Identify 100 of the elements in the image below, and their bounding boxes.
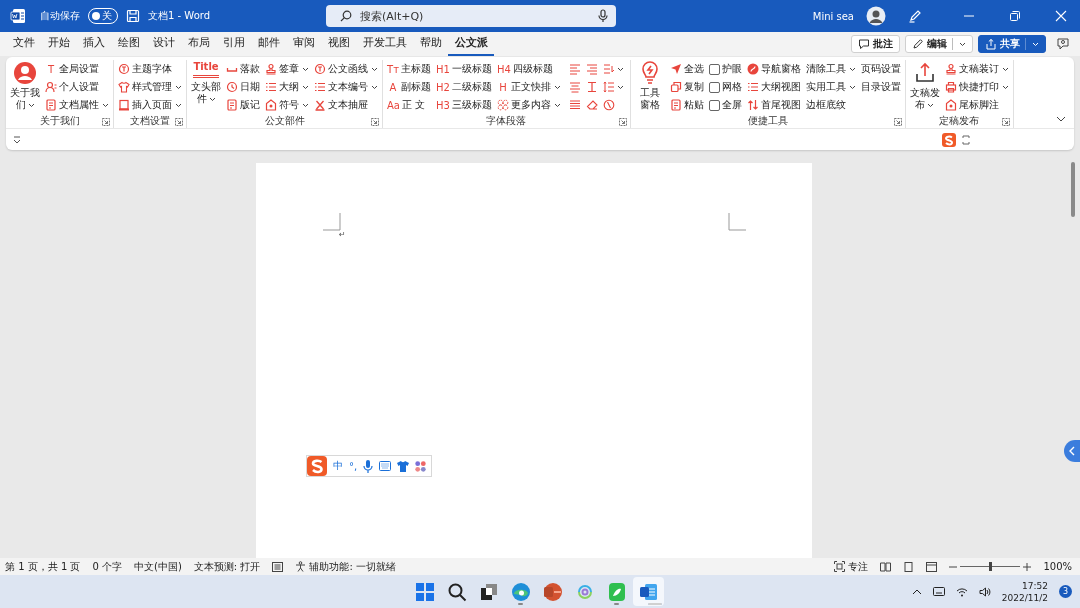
chevron-up-icon[interactable]: [911, 588, 922, 595]
ribbon-button[interactable]: T 全局设置: [44, 60, 110, 78]
ribbon-button[interactable]: 实用工具: [804, 78, 857, 96]
checkbox[interactable]: [708, 99, 720, 111]
macro-icon[interactable]: [272, 561, 284, 572]
ribbon-button[interactable]: H3 三级标题: [435, 96, 493, 114]
ribbon-button[interactable]: 主题字体: [117, 60, 183, 78]
ribbon-button[interactable]: 插入页面: [117, 96, 183, 114]
wifi-icon[interactable]: [955, 586, 968, 597]
ribbon-tab[interactable]: 开发工具: [356, 32, 413, 56]
coauthoring-icon[interactable]: [1056, 37, 1070, 51]
ribbon-button[interactable]: H2 二级标题: [435, 78, 493, 96]
display-icon[interactable]: [932, 586, 945, 597]
keyboard-icon[interactable]: [379, 461, 392, 471]
dialog-launcher-icon[interactable]: [102, 118, 110, 126]
ribbon-tab[interactable]: 公文派: [448, 32, 494, 56]
dialog-launcher-icon[interactable]: [1001, 118, 1010, 126]
dialog-launcher-icon[interactable]: [371, 118, 379, 126]
ribbon-button[interactable]: 版记: [225, 96, 261, 114]
search-field[interactable]: 搜索(Alt+Q): [326, 5, 617, 27]
ribbon-button[interactable]: 清除工具: [804, 60, 857, 78]
ribbon-tab[interactable]: 视图: [321, 32, 356, 56]
avatar-icon[interactable]: [866, 6, 886, 26]
ribbon-button[interactable]: 签章: [264, 60, 310, 78]
comment-button[interactable]: 批注: [851, 35, 900, 53]
ribbon-button[interactable]: 首尾视图: [745, 96, 802, 114]
edit-button[interactable]: 编辑: [905, 35, 973, 53]
ime-logo-icon[interactable]: [942, 132, 956, 147]
ribbon-button[interactable]: 日期: [225, 78, 261, 96]
microphone-icon[interactable]: [363, 459, 374, 473]
save-icon[interactable]: [126, 9, 140, 23]
ribbon-button[interactable]: 落款: [225, 60, 261, 78]
notification-badge[interactable]: 3: [1059, 585, 1072, 598]
zoom-level[interactable]: 100%: [1043, 561, 1072, 572]
microphone-icon[interactable]: [598, 9, 609, 23]
ribbon-button[interactable]: 导航窗格: [745, 60, 802, 78]
apps-grid-icon[interactable]: [415, 460, 427, 472]
read-mode-icon[interactable]: [880, 561, 892, 572]
focus-button[interactable]: 专注: [834, 559, 869, 574]
shirt-icon[interactable]: [397, 460, 410, 472]
ribbon-button[interactable]: Aa 正 文: [386, 96, 432, 114]
clock-time[interactable]: 17:52: [1022, 579, 1048, 592]
ribbon-tab[interactable]: 布局: [181, 32, 216, 56]
dialog-launcher-icon[interactable]: [618, 118, 627, 126]
ribbon-button[interactable]: 个人设置: [44, 78, 110, 96]
ribbon-tab[interactable]: 引用: [216, 32, 251, 56]
punctuation-toggle[interactable]: °,: [349, 460, 358, 472]
clock-date[interactable]: 2022/11/2: [1001, 591, 1048, 604]
share-button[interactable]: 共享: [978, 35, 1046, 53]
dialog-launcher-icon[interactable]: [175, 118, 183, 126]
ribbon-tab[interactable]: 绘图: [111, 32, 146, 56]
ribbon-button[interactable]: 复制: [668, 78, 705, 96]
ribbon-button[interactable]: 文本抽屉: [313, 96, 379, 114]
taskbar-app[interactable]: [633, 577, 664, 606]
ribbon-button[interactable]: 文本编号: [313, 78, 379, 96]
ribbon-button[interactable]: 边框底纹: [804, 96, 857, 114]
ribbon-button[interactable]: Tт 主标题: [386, 60, 432, 78]
ribbon-tab[interactable]: 审阅: [286, 32, 321, 56]
input-mode-toggle[interactable]: 中: [333, 459, 343, 473]
ribbon-button[interactable]: 工具 窗格: [633, 60, 666, 115]
close-icon[interactable]: [1055, 10, 1067, 22]
ribbon-button[interactable]: 样式管理: [117, 78, 183, 96]
side-panel-button[interactable]: [1064, 440, 1080, 462]
ribbon-tab[interactable]: 帮助: [413, 32, 448, 56]
ribbon-button[interactable]: 符号: [264, 96, 310, 114]
ime-logo-icon[interactable]: [307, 456, 327, 476]
ribbon-button[interactable]: 更多内容: [495, 96, 562, 114]
restore-icon[interactable]: [1009, 10, 1021, 22]
print-layout-icon[interactable]: [903, 561, 915, 572]
ribbon-button[interactable]: A 副标题: [386, 78, 432, 96]
slider-thumb[interactable]: [989, 562, 993, 571]
ribbon-tab[interactable]: 插入: [76, 32, 111, 56]
ribbon-button[interactable]: Title 文头部 件: [190, 60, 222, 115]
zoom-in-icon[interactable]: [1023, 562, 1032, 571]
ribbon-button[interactable]: H1 一级标题: [435, 60, 493, 78]
ribbon-button[interactable]: 快捷打印: [943, 78, 1010, 96]
ribbon-button[interactable]: 大纲视图: [745, 78, 802, 96]
ribbon-button[interactable]: H4 四级标题: [495, 60, 562, 78]
ribbon-button[interactable]: H 正文快排: [495, 78, 562, 96]
ribbon-button[interactable]: 粘贴: [668, 96, 705, 114]
ribbon-tab[interactable]: 开始: [41, 32, 76, 56]
collapse-ribbon-icon[interactable]: [1056, 116, 1066, 122]
ribbon-button[interactable]: 文档属性: [44, 96, 110, 114]
ribbon-button[interactable]: 公文函线: [313, 60, 379, 78]
ribbon-button[interactable]: 全选: [668, 60, 705, 78]
ribbon-button[interactable]: 目录设置: [859, 78, 902, 96]
web-layout-icon[interactable]: [926, 561, 938, 572]
ribbon-button[interactable]: 大纲: [264, 78, 310, 96]
expand-icon[interactable]: [962, 134, 970, 145]
ribbon-tab[interactable]: 设计: [146, 32, 181, 56]
pen-icon[interactable]: [908, 9, 922, 23]
ribbon-button[interactable]: 文稿装订: [943, 60, 1010, 78]
ribbon-tab[interactable]: 文件: [6, 32, 41, 56]
speaker-icon[interactable]: [978, 586, 991, 597]
checkbox[interactable]: [708, 81, 720, 93]
ribbon-tab[interactable]: 邮件: [251, 32, 286, 56]
checkbox[interactable]: [708, 63, 720, 75]
dialog-launcher-icon[interactable]: [893, 118, 902, 126]
ribbon-button[interactable]: 尾标脚注: [943, 96, 1010, 114]
ribbon-button[interactable]: 页码设置: [859, 60, 902, 78]
